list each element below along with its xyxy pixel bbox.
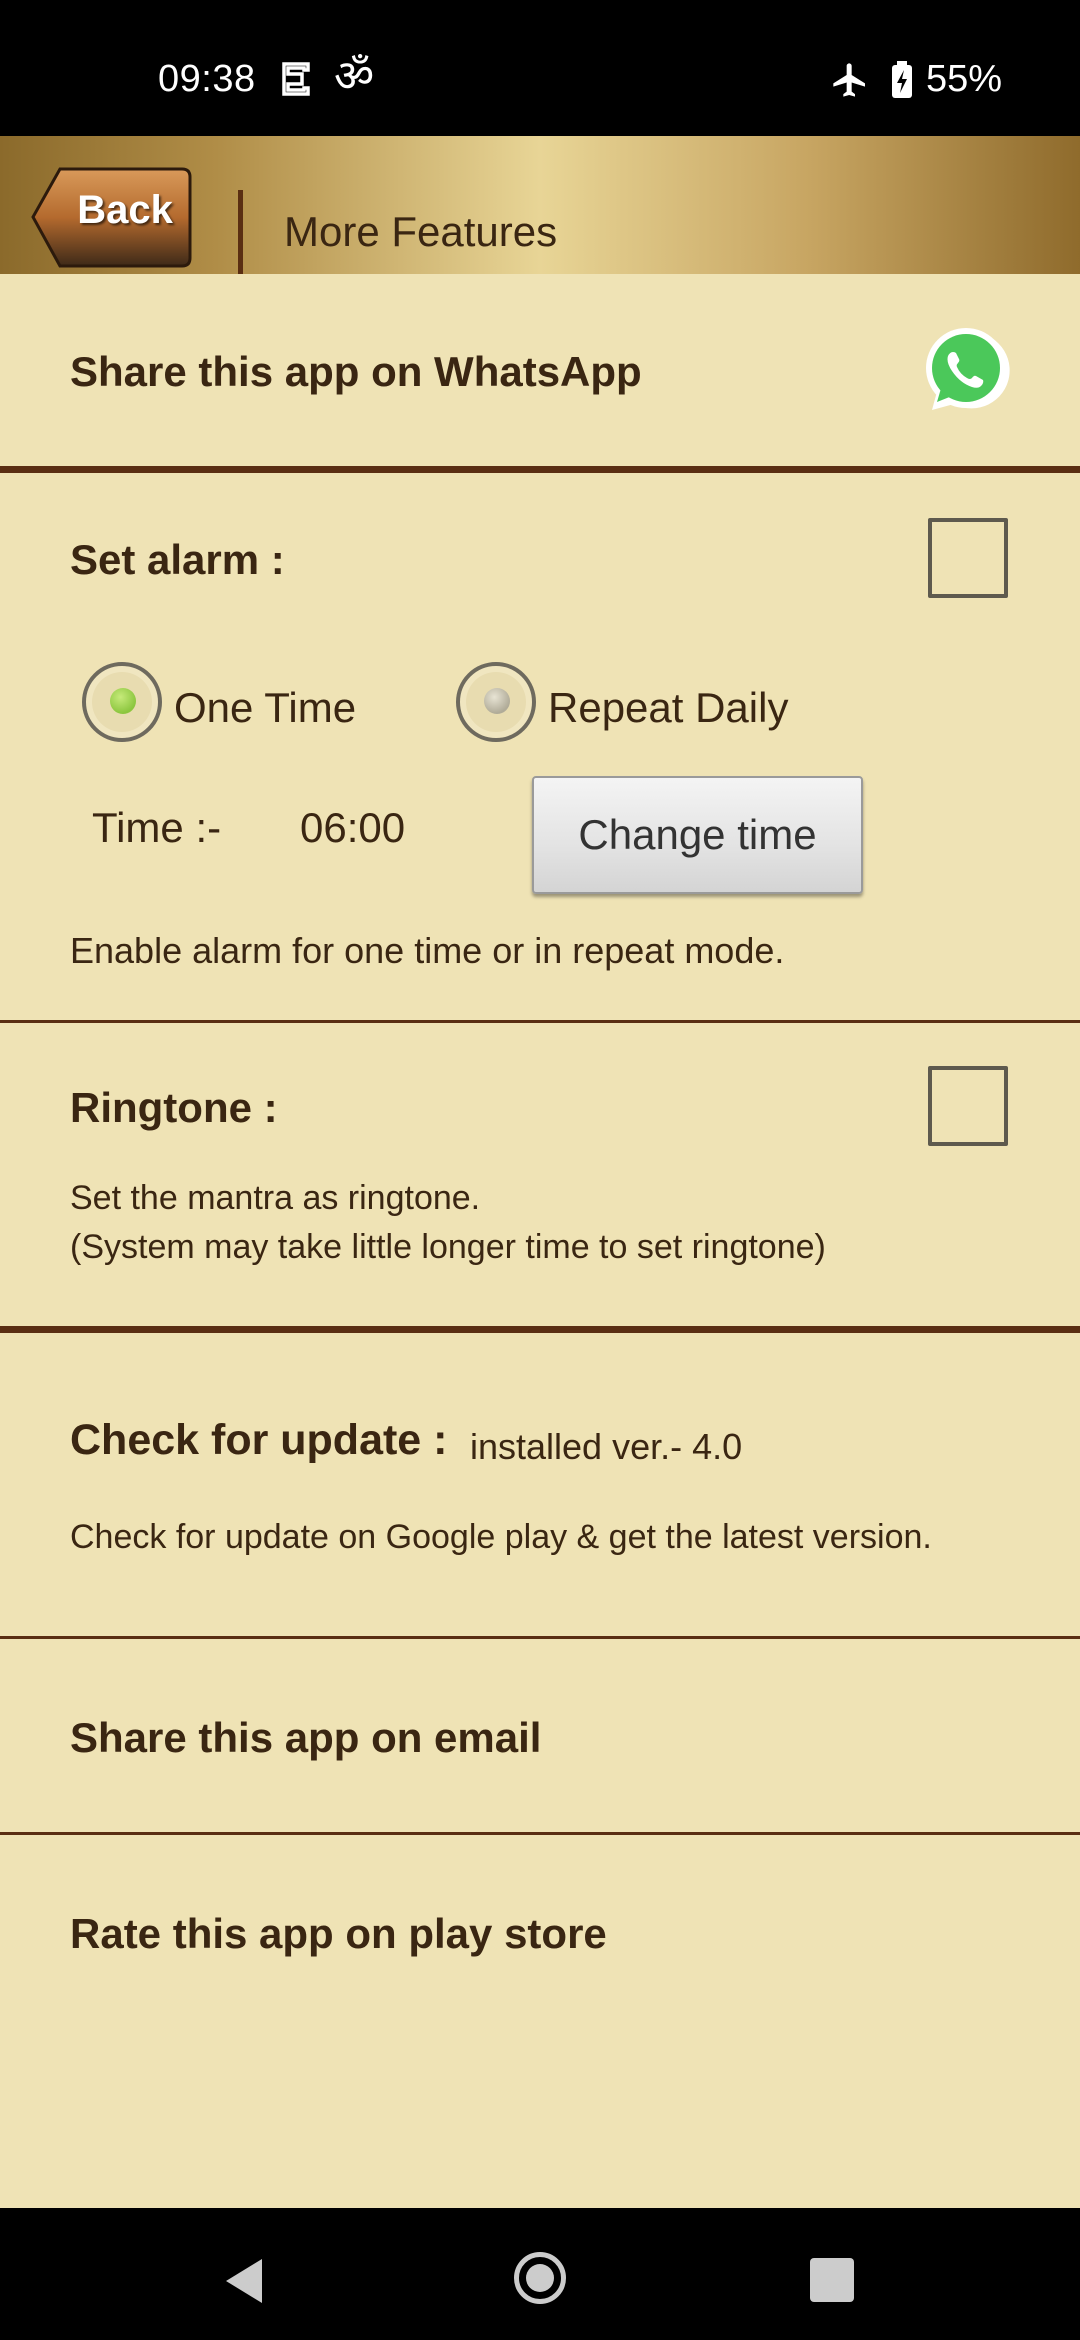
section-divider <box>0 1326 1080 1333</box>
battery-percent: 55% <box>925 58 1002 100</box>
check-update-label: Check for update : <box>70 1416 448 1464</box>
section-divider <box>0 1832 1080 1835</box>
rate-app-label: Rate this app on play store <box>70 1910 607 1957</box>
time-label: Time :- <box>92 804 222 851</box>
set-alarm-label: Set alarm : <box>70 536 285 583</box>
header-divider <box>238 190 243 274</box>
installed-version: installed ver.- 4.0 <box>470 1426 743 1467</box>
set-alarm-checkbox[interactable] <box>928 518 1008 598</box>
ringtone-checkbox[interactable] <box>928 1066 1008 1146</box>
check-update-description: Check for update on Google play & get th… <box>70 1518 932 1556</box>
radio-one-time[interactable] <box>82 662 162 742</box>
status-bar: 09:38 ॐ 55% <box>0 0 1080 136</box>
radio-one-time-label: One Time <box>174 684 357 731</box>
airplane-icon <box>830 60 870 100</box>
nav-home-icon[interactable] <box>514 2252 566 2304</box>
alarm-description: Enable alarm for one time or in repeat m… <box>70 930 785 971</box>
section-divider <box>0 1636 1080 1639</box>
whatsapp-icon[interactable] <box>922 326 1010 414</box>
app-header: Back More Features <box>0 136 1080 274</box>
om-icon: ॐ <box>334 51 375 102</box>
page-title: More Features <box>284 208 558 255</box>
radio-repeat-daily-label: Repeat Daily <box>548 684 789 731</box>
nav-recents-icon[interactable] <box>810 2258 854 2302</box>
ringtone-description-line1: Set the mantra as ringtone. <box>70 1179 481 1217</box>
email-share-label: Share this app on email <box>70 1714 542 1761</box>
section-divider <box>0 1020 1080 1023</box>
radio-repeat-daily[interactable] <box>456 662 536 742</box>
back-button[interactable]: Back <box>30 166 193 269</box>
cast-icon <box>280 60 312 100</box>
ringtone-description-line2: (System may take little longer time to s… <box>70 1228 826 1266</box>
back-label: Back <box>77 188 173 232</box>
nav-back-icon[interactable] <box>222 2256 266 2311</box>
whatsapp-share-label: Share this app on WhatsApp <box>70 348 642 395</box>
radio-unselected-dot <box>484 688 510 714</box>
navigation-bar <box>0 2208 1080 2340</box>
radio-selected-dot <box>110 688 136 714</box>
ringtone-label: Ringtone : <box>70 1084 278 1131</box>
section-divider <box>0 466 1080 473</box>
time-value: 06:00 <box>300 804 406 851</box>
change-time-button[interactable]: Change time <box>532 776 863 894</box>
battery-charging-icon <box>890 60 914 100</box>
status-time: 09:38 <box>158 58 256 100</box>
